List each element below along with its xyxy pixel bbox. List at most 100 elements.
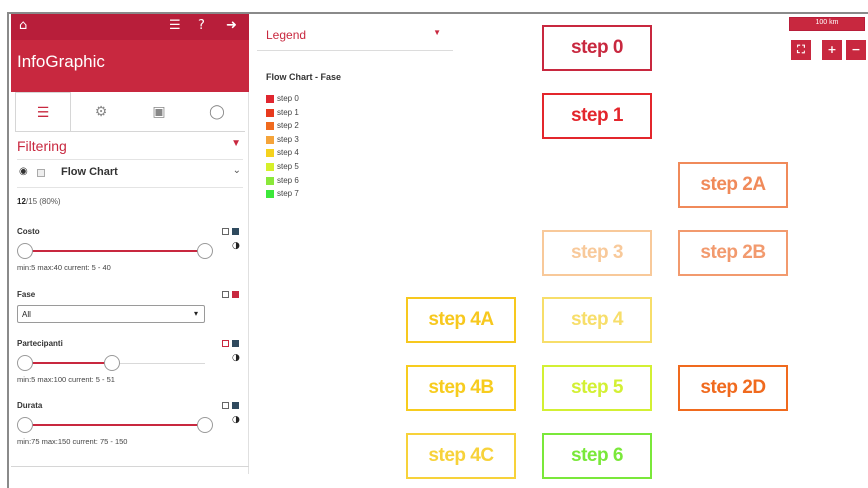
filtering-dropdown[interactable]: Filtering ▼	[17, 132, 243, 160]
slider-range	[25, 250, 205, 252]
tab-save[interactable]: ▣	[131, 92, 187, 132]
zoom-extent-button[interactable]: ⛶	[791, 40, 811, 60]
help-icon[interactable]: ?	[198, 18, 205, 34]
slider-range	[25, 424, 205, 426]
flow-node-step-4c[interactable]: step 4C	[406, 433, 516, 479]
contrast-icon[interactable]: ◑	[232, 353, 240, 363]
node-label: step 3	[571, 242, 623, 263]
legend-label: step 5	[277, 161, 299, 171]
legend-item: step 5	[266, 161, 366, 175]
flow-node-step-4b[interactable]: step 4B	[406, 365, 516, 411]
legend-dropdown[interactable]: Legend ▼	[257, 22, 453, 51]
save-icon: ▣	[152, 104, 166, 120]
tab-comments[interactable]: ◯	[189, 92, 245, 132]
checkbox-icon[interactable]	[222, 291, 229, 298]
chevron-down-icon[interactable]: ⌄	[233, 165, 241, 176]
filter-fase: Fase All ▾	[17, 290, 243, 330]
legend-header: Legend	[266, 28, 307, 42]
legend-label: step 4	[277, 148, 299, 158]
filter-info: min:5 max:40 current: 5 - 40	[17, 263, 111, 272]
filter-name: Fase	[17, 290, 36, 299]
caret-down-icon: ▼	[433, 28, 441, 37]
flow-node-step-3[interactable]: step 3	[542, 230, 652, 276]
flow-node-step-5[interactable]: step 5	[542, 365, 652, 411]
legend-subtitle: Flow Chart - Fase	[266, 72, 342, 82]
legend-swatch	[266, 162, 274, 171]
legend-label: step 2	[277, 121, 299, 131]
legend-item: step 4	[266, 147, 366, 161]
tab-filters[interactable]: ☰	[15, 92, 71, 132]
expand-icon: ⛶	[797, 43, 805, 56]
node-label: step 2B	[700, 242, 766, 263]
list-icon[interactable]: ☰	[169, 18, 181, 34]
sidebar-divider	[11, 466, 249, 467]
flow-node-step-6[interactable]: step 6	[542, 433, 652, 479]
layer-row[interactable]: ◉ Flow Chart ⌄	[17, 160, 243, 188]
color-swatch[interactable]	[232, 402, 239, 409]
eye-icon[interactable]: ◉	[19, 166, 28, 177]
slider-handle-max[interactable]	[197, 417, 213, 433]
node-label: step 5	[571, 377, 623, 398]
node-label: step 6	[571, 445, 623, 466]
contrast-icon[interactable]: ◑	[232, 415, 240, 425]
slider-handle-max[interactable]	[197, 243, 213, 259]
checkbox-icon[interactable]	[222, 228, 229, 235]
color-swatch[interactable]	[232, 340, 239, 347]
zoom-out-button[interactable]: −	[846, 40, 866, 60]
flow-node-step-2d[interactable]: step 2D	[678, 365, 788, 411]
scale-label: 100 km	[815, 19, 839, 26]
legend-label: step 0	[277, 94, 299, 103]
window-top-margin	[0, 0, 868, 12]
top-toolbar: ⌂ ☰ ? ➜	[11, 14, 249, 40]
contrast-icon[interactable]: ◑	[232, 241, 240, 251]
slider-handle-max[interactable]	[104, 355, 121, 371]
color-swatch[interactable]	[232, 291, 239, 298]
legend-swatch	[266, 108, 274, 117]
gear-icon: ⚙	[94, 104, 108, 120]
filter-partecipanti: Partecipanti ◑ min:5 max:100 current: 5 …	[17, 339, 243, 389]
legend-item: step 7	[266, 188, 366, 202]
flow-node-step-4[interactable]: step 4	[542, 297, 652, 343]
tab-settings[interactable]: ⚙	[73, 92, 129, 132]
slider-handle-min[interactable]	[17, 417, 33, 433]
minus-icon: −	[851, 43, 861, 56]
caret-down-icon: ▼	[231, 138, 241, 149]
legend-label: step 1	[277, 107, 299, 117]
legend-label: step 3	[277, 134, 299, 144]
select-value: All	[22, 310, 31, 319]
flow-node-step-1[interactable]: step 1	[542, 93, 652, 139]
legend-list: step 0 step 1 step 2 step 3 step 4 step …	[266, 93, 366, 202]
slider-range	[25, 362, 113, 364]
legend-item: step 2	[266, 120, 366, 134]
checkbox-icon[interactable]	[222, 340, 229, 347]
node-label: step 1	[571, 105, 623, 126]
zoom-in-button[interactable]: +	[822, 40, 842, 60]
sliders-icon: ☰	[36, 105, 50, 121]
color-swatch[interactable]	[232, 228, 239, 235]
flow-node-step-0[interactable]: step 0	[542, 25, 652, 71]
checkbox-icon[interactable]	[222, 402, 229, 409]
sidebar-panel: ⌂ ☰ ? ➜ InfoGraphic ☰ ⚙ ▣ ◯ Filtering ▼ …	[11, 14, 249, 474]
legend-label: step 7	[277, 189, 299, 199]
caret-down-icon: ▾	[193, 309, 198, 318]
node-label: step 4A	[428, 309, 494, 330]
legend-item: step 0	[266, 93, 366, 107]
layer-title: Flow Chart	[61, 166, 118, 178]
home-icon[interactable]: ⌂	[19, 18, 27, 34]
fase-select[interactable]: All ▾	[17, 305, 205, 323]
legend-label: step 6	[277, 175, 299, 185]
node-label: step 2A	[700, 174, 766, 195]
flow-node-step-2a[interactable]: step 2A	[678, 162, 788, 208]
legend-item: step 1	[266, 107, 366, 121]
comment-icon: ◯	[209, 104, 225, 120]
app-header: InfoGraphic	[11, 40, 249, 92]
flow-node-step-4a[interactable]: step 4A	[406, 297, 516, 343]
filter-durata: Durata ◑ min:75 max:150 current: 75 - 15…	[17, 401, 243, 451]
flow-node-step-2b[interactable]: step 2B	[678, 230, 788, 276]
filter-info: min:75 max:150 current: 75 - 150	[17, 437, 128, 446]
slider-handle-min[interactable]	[17, 243, 33, 259]
slider-handle-min[interactable]	[17, 355, 33, 371]
legend-item: step 6	[266, 175, 366, 189]
logout-icon[interactable]: ➜	[226, 18, 237, 34]
table-icon[interactable]	[37, 169, 45, 177]
